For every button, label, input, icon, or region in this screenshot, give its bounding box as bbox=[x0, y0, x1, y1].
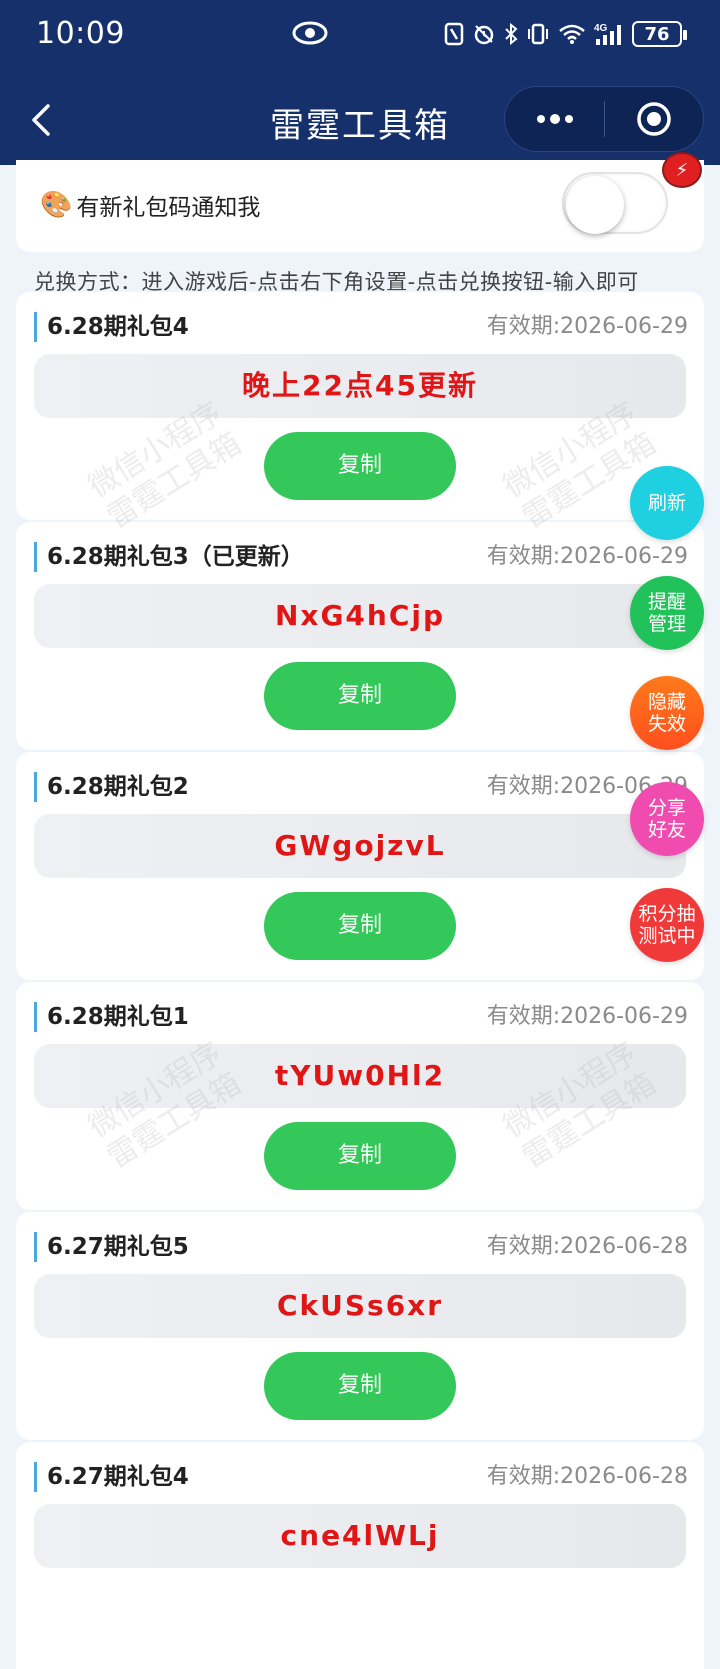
gift-title: 6.27期礼包4 bbox=[34, 1462, 189, 1492]
toggle-knob bbox=[566, 176, 624, 234]
mini-program-capsule bbox=[504, 86, 704, 152]
nfc-icon bbox=[444, 20, 464, 48]
status-icons: 4G 76 bbox=[444, 18, 687, 50]
gift-card: 6.28期礼包3（已更新） 有效期:2026-06-29 NxG4hCjp 复制 bbox=[16, 522, 704, 750]
gift-card: 6.28期礼包1 有效期:2026-06-29 tYUw0Hl2 复制 bbox=[16, 982, 704, 1210]
hide-expired-button[interactable]: 隐藏失效 bbox=[630, 676, 704, 750]
copy-button[interactable]: 复制 bbox=[264, 892, 456, 960]
svg-text:4G: 4G bbox=[594, 23, 608, 34]
notify-label-row: 🎨 有新礼包码通知我 bbox=[40, 188, 260, 222]
wifi-icon bbox=[558, 20, 586, 48]
alarm-icon bbox=[472, 20, 496, 48]
copy-button[interactable]: 复制 bbox=[264, 432, 456, 500]
gift-expiry: 有效期:2026-06-28 bbox=[486, 1234, 688, 1259]
gift-code: 晚上22点45更新 bbox=[34, 354, 686, 418]
bluetooth-icon bbox=[504, 20, 518, 48]
gift-title: 6.28期礼包3（已更新） bbox=[34, 542, 304, 572]
gift-code: tYUw0Hl2 bbox=[34, 1044, 686, 1108]
status-time: 10:09 bbox=[36, 16, 125, 51]
status-bar: 10:09 4G 76 bbox=[0, 0, 720, 70]
copy-button[interactable]: 复制 bbox=[264, 1352, 456, 1420]
signal-4g-icon: 4G bbox=[594, 20, 624, 48]
reminder-manage-button[interactable]: 提醒管理 bbox=[630, 576, 704, 650]
copy-button[interactable]: 复制 bbox=[264, 1122, 456, 1190]
gift-card: 6.27期礼包4 有效期:2026-06-28 cne4lWLj bbox=[16, 1442, 704, 1669]
battery-indicator: 76 bbox=[632, 21, 687, 47]
close-mini-program-button[interactable] bbox=[605, 86, 703, 152]
notify-card: 🎨 有新礼包码通知我 bbox=[16, 160, 704, 252]
eye-icon bbox=[292, 21, 328, 45]
gift-code: NxG4hCjp bbox=[34, 584, 686, 648]
share-friends-button[interactable]: 分享好友 bbox=[630, 782, 704, 856]
more-dots-icon bbox=[536, 114, 573, 124]
notify-toggle[interactable] bbox=[562, 172, 668, 234]
gift-expiry: 有效期:2026-06-28 bbox=[486, 1464, 688, 1489]
copy-button[interactable]: 复制 bbox=[264, 662, 456, 730]
lightning-badge: ⚡ bbox=[662, 152, 702, 188]
refresh-button[interactable]: 刷新 bbox=[630, 466, 704, 540]
gift-title: 6.27期礼包5 bbox=[34, 1232, 189, 1262]
gift-expiry: 有效期:2026-06-29 bbox=[486, 1004, 688, 1029]
gift-expiry: 有效期:2026-06-29 bbox=[486, 544, 688, 569]
vibrate-icon bbox=[526, 20, 550, 48]
gift-card: 6.28期礼包2 有效期:2026-06-29 GWgojzvL 复制 bbox=[16, 752, 704, 980]
gift-title: 6.28期礼包4 bbox=[34, 312, 189, 342]
gift-code: cne4lWLj bbox=[34, 1504, 686, 1568]
notify-label: 有新礼包码通知我 bbox=[76, 195, 261, 221]
gift-card: 6.28期礼包4 有效期:2026-06-29 晚上22点45更新 复制 bbox=[16, 292, 704, 520]
points-lottery-button[interactable]: 积分抽测试中 bbox=[630, 888, 704, 962]
gift-code: GWgojzvL bbox=[34, 814, 686, 878]
palette-icon: 🎨 bbox=[40, 190, 73, 220]
nav-bar: 雷霆工具箱 bbox=[0, 80, 720, 160]
gift-card: 6.27期礼包5 有效期:2026-06-28 CkUSs6xr 复制 bbox=[16, 1212, 704, 1440]
more-button[interactable] bbox=[505, 86, 604, 152]
target-icon bbox=[637, 102, 671, 136]
gift-title: 6.28期礼包1 bbox=[34, 1002, 189, 1032]
gift-title: 6.28期礼包2 bbox=[34, 772, 189, 802]
top-bar: 10:09 4G 76 雷霆工具箱 bbox=[0, 0, 720, 165]
gift-expiry: 有效期:2026-06-29 bbox=[486, 314, 688, 339]
gift-code: CkUSs6xr bbox=[34, 1274, 686, 1338]
